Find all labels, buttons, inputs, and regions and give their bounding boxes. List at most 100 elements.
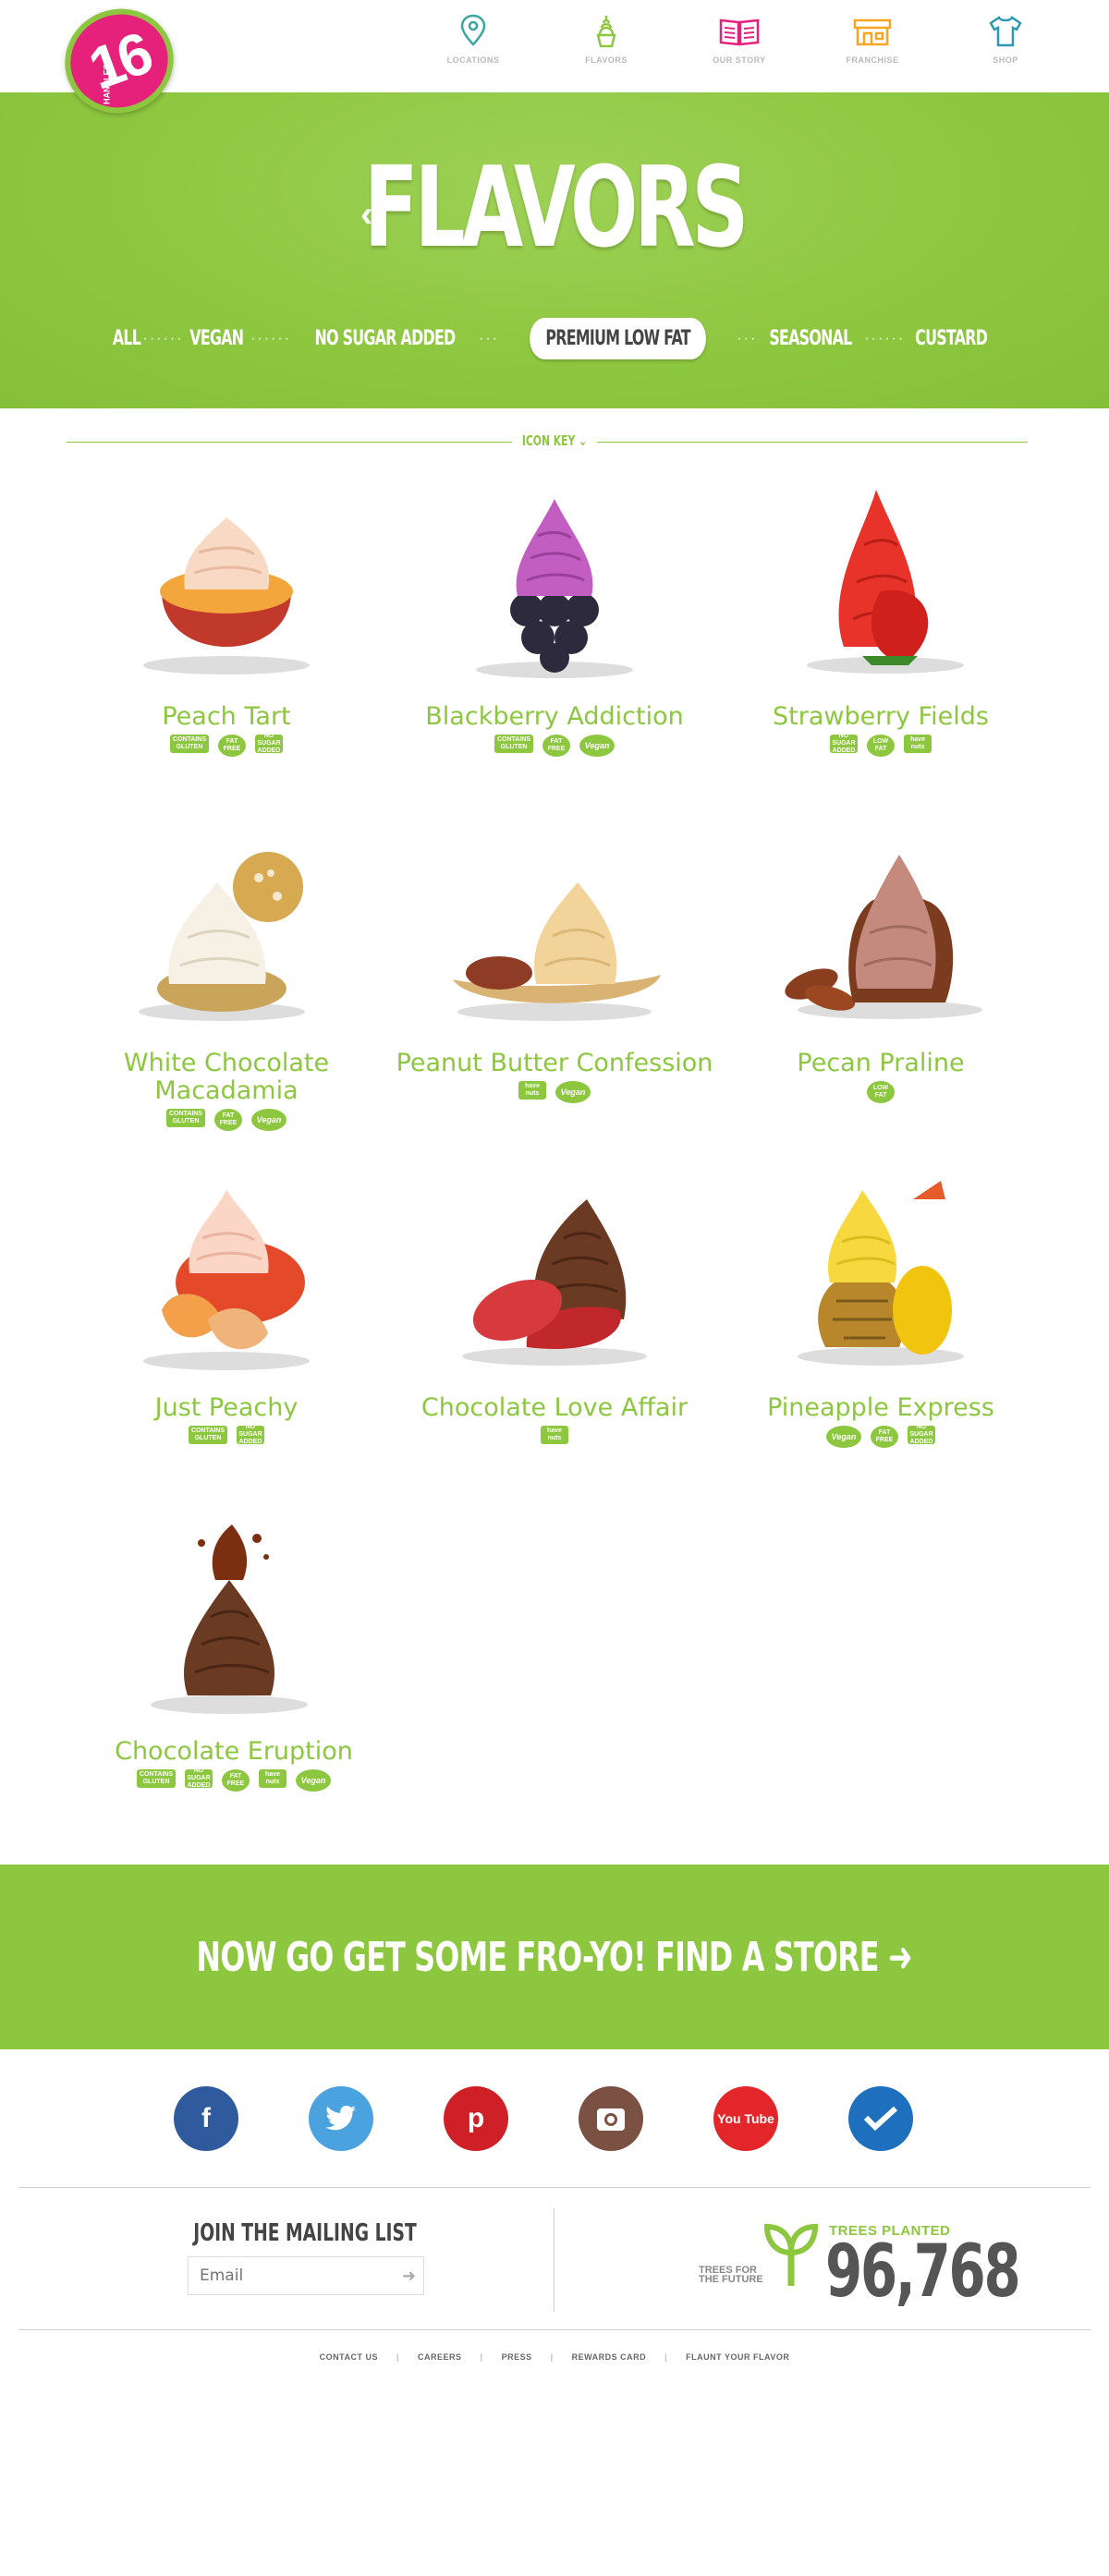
nav-item-our-story[interactable]: OUR STORY [673,13,806,65]
trees-for-the-future-logo[interactable]: TREES FOR THE FUTURE [699,2266,763,2285]
contains-gluten-badge: CONTAINS GLUTEN [494,735,533,753]
facebook-icon[interactable]: f [174,2086,238,2151]
nav-label: FLAVORS [585,55,628,65]
flavor-card[interactable]: Just Peachy CONTAINS GLUTEN NO SUGAR ADD… [60,1172,393,1445]
footer-link-flaunt-your-flavor[interactable]: FLAUNT YOUR FLAVOR [686,2352,789,2362]
youtube-icon[interactable]: You Tube [713,2086,778,2151]
fat-free-badge: FAT FREE [214,1109,242,1131]
nav-label: SHOP [993,55,1018,65]
nav-item-shop[interactable]: SHOP [939,13,1072,65]
footer-links: CONTACT US | CAREERS | PRESS | REWARDS C… [0,2352,1109,2362]
flavor-card[interactable]: Strawberry Fields NO SUGAR ADDED LOW FAT… [714,480,1047,757]
vegan-badge: Vegan [826,1426,861,1448]
facebook-glyph: f [201,2103,211,2133]
pinterest-icon[interactable]: p [444,2086,508,2151]
instagram-icon[interactable] [579,2086,643,2151]
flavor-name: Strawberry Fields [773,702,989,731]
find-store-banner[interactable]: NOW GO GET SOME FRO-YO! FIND A STORE ➜ [0,1865,1109,2049]
flavor-name: Chocolate Eruption [115,1737,353,1766]
flavor-badges: have nuts Vegan [388,1081,721,1103]
camera-icon [597,2108,625,2131]
vegan-badge: Vegan [251,1109,286,1131]
flavor-card[interactable]: Peach Tart CONTAINS GLUTEN FAT FREE NO S… [60,480,393,757]
froyo-cup-icon [596,16,616,48]
flavor-card[interactable]: White Chocolate Macadamia CONTAINS GLUTE… [60,827,393,1131]
low-fat-badge: LOW FAT [867,735,895,757]
flavor-image [462,1199,647,1366]
vegan-badge: Vegan [579,735,615,757]
flavor-image [143,517,310,674]
filter-separator: ··· [479,330,500,346]
flavor-image [785,855,982,1019]
flavor-name: Blackberry Addiction [425,702,684,731]
flavor-badges: CONTAINS GLUTEN NO SUGAR ADDED [60,1424,393,1445]
footer-divider [18,2187,1091,2188]
filter-custard[interactable]: CUSTARD [915,327,988,350]
footer-separator: | [550,2352,554,2362]
no-sugar-added-badge: NO SUGAR ADDED [185,1768,213,1789]
youtube-glyph: You Tube [717,2111,774,2126]
flavor-badges: NO SUGAR ADDED LOW FAT have nuts [714,733,1047,757]
flavor-filters: ALL ······ VEGAN ······ NO SUGAR ADDED ·… [0,318,1109,359]
flavor-image [143,1190,310,1370]
contains-gluten-badge: CONTAINS GLUTEN [166,1109,205,1127]
filter-all[interactable]: ALL [113,327,141,350]
find-store-link[interactable]: NOW GO GET SOME FRO-YO! FIND A STORE ➜ [197,1933,913,1981]
bird-icon [325,2106,356,2131]
flavor-card[interactable]: Pineapple Express Vegan FAT FREE NO SUGA… [714,1172,1047,1448]
vegan-badge: Vegan [555,1081,591,1103]
flavor-card[interactable]: Chocolate Eruption CONTAINS GLUTEN NO SU… [67,1515,400,1792]
storefront-icon [853,18,892,46]
contains-gluten-badge: CONTAINS GLUTEN [170,735,209,753]
flavor-card[interactable]: Pecan Praline LOW FAT [714,827,1047,1103]
footer-divider [18,2329,1091,2330]
have-nuts-badge: have nuts [259,1769,286,1788]
filter-premium-low-fat[interactable]: PREMIUM LOW FAT [530,318,707,359]
filter-separator: ······ [142,330,184,346]
hero-banner: ‹ FLAVORS › ALL ······ VEGAN ······ NO S… [0,92,1109,408]
footer-link-rewards-card[interactable]: REWARDS CARD [572,2352,647,2362]
logo-sub: HANDLES [102,64,112,104]
logo-number: 16 [79,19,159,103]
flavor-image [139,852,305,1021]
nav-item-franchise[interactable]: FRANCHISE [806,13,939,65]
footer-link-careers[interactable]: CAREERS [418,2352,462,2362]
flavor-name: Pecan Praline [797,1049,965,1077]
flavor-card[interactable]: Peanut Butter Confession have nuts Vegan [388,827,721,1103]
filter-seasonal[interactable]: SEASONAL [770,327,853,350]
no-sugar-added-badge: NO SUGAR ADDED [830,733,858,754]
page-title: FLAVORS [363,144,749,273]
arrow-right-icon: ➜ [888,1933,913,1981]
twitter-icon[interactable] [309,2086,373,2151]
filter-no-sugar-added[interactable]: NO SUGAR ADDED [315,327,457,350]
flavor-badges: CONTAINS GLUTEN NO SUGAR ADDED FAT FREE … [67,1768,400,1792]
tshirt-icon [989,16,1022,47]
submit-arrow-icon[interactable]: ➜ [402,2266,416,2286]
next-arrow-icon[interactable]: › [730,194,742,236]
footer-link-contact-us[interactable]: CONTACT US [320,2352,378,2362]
foursquare-icon[interactable] [848,2086,913,2151]
have-nuts-badge: have nuts [518,1081,546,1100]
nav-item-flavors[interactable]: FLAVORS [540,13,673,65]
flavor-image [798,1181,964,1366]
no-sugar-added-badge: NO SUGAR ADDED [237,1424,264,1445]
flavor-card[interactable]: Chocolate Love Affair have nuts [388,1172,721,1444]
flavor-badges: CONTAINS GLUTEN FAT FREE NO SUGAR ADDED [60,733,393,757]
fat-free-badge: FAT FREE [871,1426,898,1448]
icon-key-toggle[interactable]: ICON KEY ⌄ [155,432,954,449]
flavor-name: Pineapple Express [767,1393,994,1422]
nav-label: OUR STORY [713,55,766,65]
fat-free-badge: FAT FREE [542,735,570,757]
contains-gluten-badge: CONTAINS GLUTEN [137,1769,176,1788]
nav-item-locations[interactable]: LOCATIONS [407,13,540,65]
flavor-image [453,882,661,1021]
have-nuts-badge: have nuts [904,735,932,753]
footer-separator: | [664,2352,668,2362]
footer-link-press[interactable]: PRESS [502,2352,532,2362]
flavor-card[interactable]: Blackberry Addiction CONTAINS GLUTEN FAT… [388,480,721,757]
email-input[interactable] [200,2266,402,2285]
fat-free-badge: FAT FREE [222,1769,250,1792]
filter-vegan[interactable]: VEGAN [190,327,245,350]
main-nav: LOCATIONS FLAVORS OUR STORY FRANCHISE SH… [407,13,1072,65]
trees-planted-count: 96,768 [825,2230,1021,2314]
